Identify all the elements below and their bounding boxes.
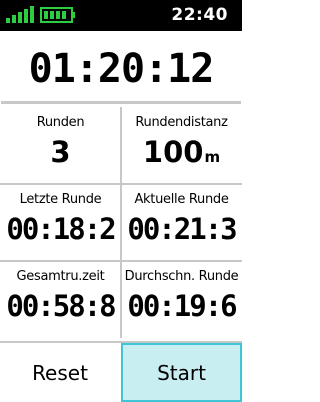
field-label: Rundendistanz [135,115,228,130]
field-average-lap: Durchschn. Runde 00:19:6 [121,261,242,338]
field-value: 100m [121,135,242,169]
field-value: 3 [50,135,71,169]
main-timer-field: 01:20:12 [1,32,241,104]
field-value: 00:58:8 [6,289,116,323]
field-total-rest-time: Gesamtru.zeit 00:58:8 [0,261,121,338]
main-timer-value: 01:20:12 [28,45,215,92]
field-label: Aktuelle Runde [134,192,229,207]
field-value-number: 100 [142,135,204,169]
field-value: 00:21:3 [127,212,237,246]
timer-screen: 01:20:12 Runden 3 Rundendistanz 100m Let… [0,31,242,402]
status-bar: 22:40 [0,0,242,31]
field-label: Durchschn. Runde [124,269,239,284]
button-bar: Reset Start [0,341,242,402]
field-laps: Runden 3 [0,107,121,184]
field-label: Runden [36,115,85,130]
signal-bars-icon [6,6,34,23]
field-lap-distance: Rundendistanz 100m [121,107,242,184]
status-clock: 22:40 [171,5,228,25]
field-last-lap: Letzte Runde 00:18:2 [0,184,121,261]
field-value: 00:19:6 [127,289,237,323]
grid-divider-vertical [120,107,122,338]
battery-icon [40,7,75,23]
start-button[interactable]: Start [121,343,242,402]
grid-divider-horizontal [0,183,242,185]
field-current-lap: Aktuelle Runde 00:21:3 [121,184,242,261]
reset-button[interactable]: Reset [0,343,120,402]
field-value: 00:18:2 [6,212,116,246]
grid-divider-horizontal [0,260,242,262]
field-value-unit: m [204,148,221,166]
field-label: Gesamtru.zeit [16,269,105,284]
field-label: Letzte Runde [19,192,102,207]
data-fields-grid: Runden 3 Rundendistanz 100m Letzte Runde… [0,107,242,338]
